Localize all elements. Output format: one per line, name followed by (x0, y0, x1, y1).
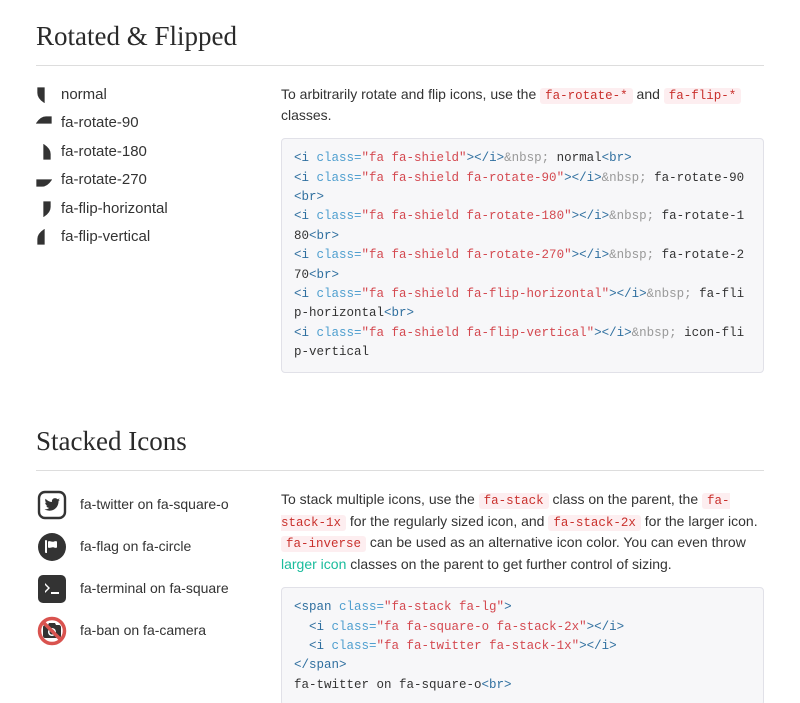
stack-flag-circle-icon (36, 531, 68, 563)
larger-icon-link[interactable]: larger icon (281, 556, 346, 572)
section-heading: Stacked Icons (36, 415, 764, 462)
list-item-label: normal (61, 84, 107, 107)
list-item-label: fa-rotate-270 (61, 169, 147, 192)
section-rotated-flipped: Rotated & Flipped normal fa-rotate-90 fa-r… (36, 10, 764, 373)
rotated-code-block: <i class="fa fa-shield"></i>&nbsp; norma… (281, 138, 764, 373)
list-item: fa-ban on fa-camera (36, 615, 261, 647)
shield-icon (36, 229, 52, 245)
section-heading: Rotated & Flipped (36, 10, 764, 57)
list-item-label: fa-terminal on fa-square (80, 578, 229, 599)
code-chip: fa-flip-* (664, 88, 742, 104)
list-item: normal (36, 84, 261, 107)
code-chip: fa-rotate-* (540, 88, 633, 104)
divider (36, 65, 764, 66)
list-item: fa-terminal on fa-square (36, 573, 261, 605)
shield-icon (36, 201, 52, 217)
stacked-intro: To stack multiple icons, use the fa-stac… (281, 489, 764, 575)
stack-ban-camera-icon (36, 615, 68, 647)
stacked-demo-list: fa-twitter on fa-square-o fa-flag on fa-… (36, 489, 261, 647)
list-item: fa-flag on fa-circle (36, 531, 261, 563)
list-item-label: fa-rotate-180 (61, 141, 147, 164)
list-item: fa-flip-horizontal (36, 198, 261, 221)
stacked-code-block: <span class="fa-stack fa-lg"> <i class="… (281, 587, 764, 703)
list-item: fa-rotate-90 (36, 112, 261, 135)
list-item-label: fa-twitter on fa-square-o (80, 494, 229, 515)
list-item: fa-rotate-270 (36, 169, 261, 192)
shield-icon (36, 87, 52, 103)
shield-icon (36, 144, 52, 160)
shield-icon (36, 115, 52, 131)
list-item-label: fa-rotate-90 (61, 112, 139, 135)
rotated-demo-list: normal fa-rotate-90 fa-rotate-180 fa-rotate… (36, 84, 261, 249)
list-item-label: fa-ban on fa-camera (80, 620, 206, 641)
list-item: fa-flip-vertical (36, 226, 261, 249)
list-item: fa-twitter on fa-square-o (36, 489, 261, 521)
divider (36, 470, 764, 471)
list-item-label: fa-flag on fa-circle (80, 536, 191, 557)
code-chip: fa-stack (479, 493, 549, 509)
shield-icon (36, 172, 52, 188)
list-item: fa-rotate-180 (36, 141, 261, 164)
rotated-intro: To arbitrarily rotate and flip icons, us… (281, 84, 764, 127)
code-chip: fa-stack-2x (548, 515, 641, 531)
stack-twitter-square-icon (36, 489, 68, 521)
list-item-label: fa-flip-vertical (61, 226, 150, 249)
section-stacked-icons: Stacked Icons fa-twitter on fa-square-o (36, 415, 764, 703)
code-chip: fa-inverse (281, 536, 366, 552)
stack-terminal-square-icon (36, 573, 68, 605)
list-item-label: fa-flip-horizontal (61, 198, 168, 221)
